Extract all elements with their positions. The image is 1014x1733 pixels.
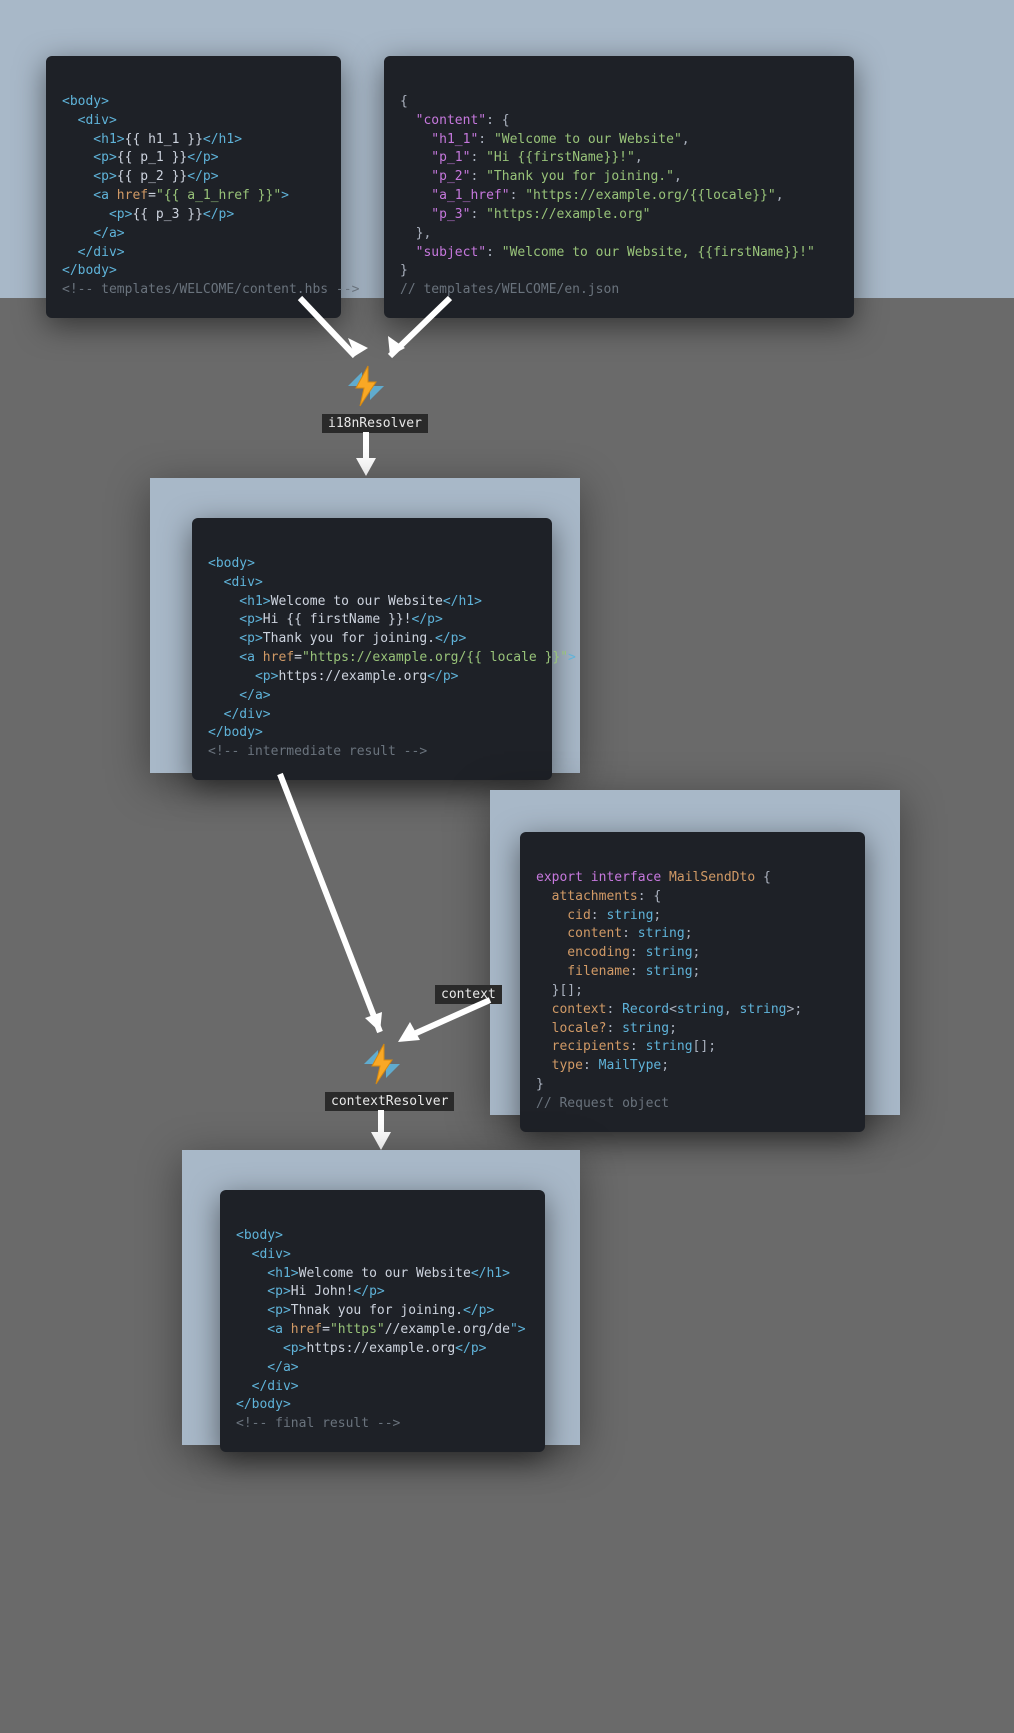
- code-box-final: <body> <div> <h1>Welcome to our Website<…: [220, 1190, 545, 1452]
- arrow-down-icon: [358, 432, 378, 480]
- code-box-hbs: <body> <div> <h1>{{ h1_1 }}</h1> <p>{{ p…: [46, 56, 341, 318]
- code-box-dto: export interface MailSendDto { attachmen…: [520, 832, 865, 1132]
- lightning-icon: [358, 1040, 406, 1088]
- arrow-down-icon: [373, 1110, 393, 1154]
- arrow-left-icon: [390, 1000, 500, 1060]
- i18n-resolver-label: i18nResolver: [322, 414, 428, 433]
- lightning-icon: [342, 362, 390, 410]
- code-box-json: { "content": { "h1_1": "Welcome to our W…: [384, 56, 854, 318]
- context-resolver-label: contextResolver: [325, 1092, 454, 1111]
- code-box-intermediate: <body> <div> <h1>Welcome to our Website<…: [192, 518, 552, 780]
